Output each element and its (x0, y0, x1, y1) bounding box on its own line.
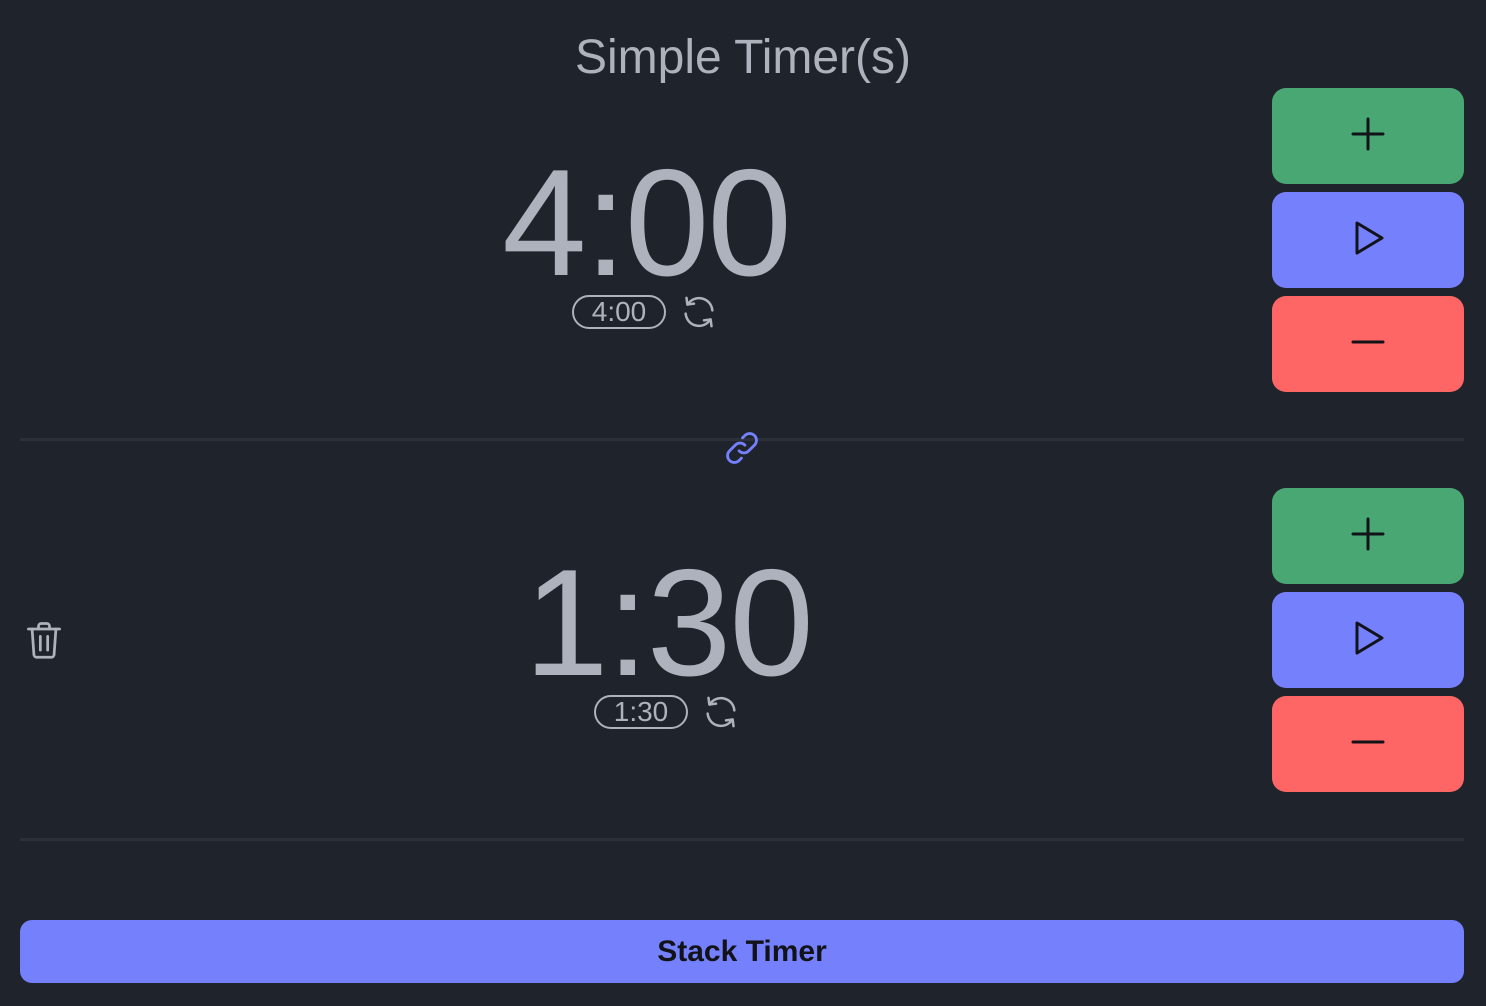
preset-time-pill[interactable]: 1:30 (593, 695, 689, 729)
refresh-icon[interactable] (678, 291, 720, 333)
timer-display: 1:30 (524, 538, 814, 708)
timer-display-group: 1:30 1:30 (468, 538, 868, 738)
plus-icon (1348, 514, 1388, 559)
subtract-time-button[interactable] (1272, 696, 1464, 792)
minus-icon (1348, 322, 1388, 367)
timer-display-group: 4:00 4:00 (446, 138, 846, 338)
play-button[interactable] (1272, 192, 1464, 288)
plus-icon (1348, 114, 1388, 159)
trash-icon[interactable] (20, 616, 68, 664)
add-time-button[interactable] (1272, 88, 1464, 184)
link-icon[interactable] (718, 424, 766, 472)
timer-1: 4:00 4:00 (0, 88, 1486, 392)
app-title: Simple Timer(s) (574, 31, 912, 84)
stack-timer-button[interactable]: Stack Timer (20, 920, 1464, 983)
timer-preset-row: 4:00 (446, 292, 846, 332)
play-icon (1348, 218, 1388, 263)
play-icon (1348, 618, 1388, 663)
subtract-time-button[interactable] (1272, 296, 1464, 392)
play-button[interactable] (1272, 592, 1464, 688)
minus-icon (1348, 722, 1388, 767)
divider (20, 838, 1464, 841)
timer-controls (1272, 88, 1464, 400)
timer-controls (1272, 488, 1464, 800)
timer-display: 4:00 (502, 138, 792, 308)
timer-2: 1:30 1:30 (0, 488, 1486, 792)
preset-time-pill[interactable]: 4:00 (571, 295, 667, 329)
timer-preset-row: 1:30 (468, 692, 868, 732)
refresh-icon[interactable] (700, 691, 742, 733)
add-time-button[interactable] (1272, 488, 1464, 584)
